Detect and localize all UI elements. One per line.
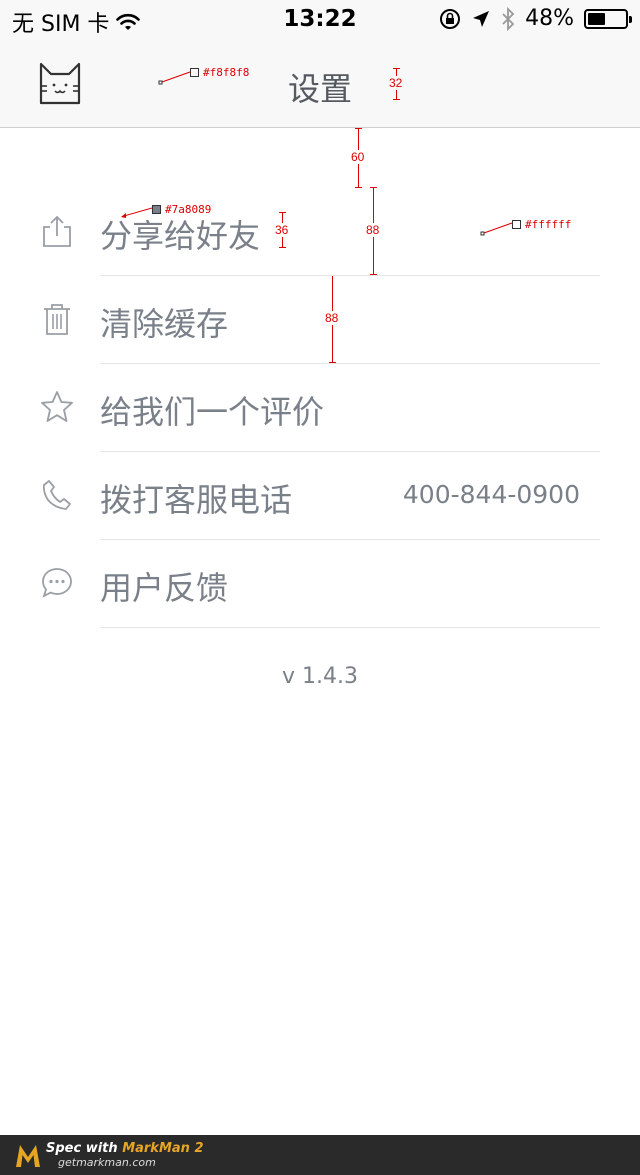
chat-bubble-icon bbox=[42, 568, 72, 598]
status-indicators: 48% bbox=[439, 6, 632, 31]
page-title: 设置 bbox=[287, 70, 352, 108]
list-item-call[interactable]: 拨打客服电话 400-844-0900 bbox=[42, 452, 600, 540]
list-item-label: 用户反馈 bbox=[100, 569, 229, 607]
navigation-bar: 设置 #f8f8f8 32 bbox=[0, 40, 640, 128]
markman-logo-icon bbox=[16, 1145, 40, 1167]
phone-icon bbox=[42, 480, 71, 510]
markman-brand: MarkMan 2 bbox=[122, 1141, 204, 1156]
list-item-rate[interactable]: 给我们一个评价 bbox=[41, 364, 600, 452]
list-item-label: 清除缓存 bbox=[100, 305, 229, 343]
status-bar: 无 SIM 卡 13:22 48% bbox=[0, 0, 640, 40]
share-icon bbox=[43, 215, 71, 247]
list-item-feedback[interactable]: 用户反馈 bbox=[42, 540, 600, 628]
orientation-lock-icon bbox=[440, 8, 461, 29]
spec-dim-title: 32 bbox=[389, 76, 403, 90]
location-arrow-icon bbox=[473, 10, 490, 27]
battery-percent: 48% bbox=[525, 6, 574, 31]
battery-fill bbox=[588, 12, 605, 25]
settings-list: 分享给好友 清除缓存 给我们一个评价 拨打客服电话 400-844-0900 用… bbox=[0, 188, 640, 628]
trash-icon bbox=[44, 304, 70, 335]
star-icon bbox=[41, 391, 73, 422]
spec-pointer-navbar bbox=[158, 71, 191, 85]
battery-icon bbox=[584, 8, 632, 29]
list-item-label: 分享给好友 bbox=[100, 217, 261, 255]
spec-tick bbox=[393, 99, 400, 100]
markman-url[interactable]: getmarkman.com bbox=[58, 1156, 156, 1169]
app-version: v 1.4.3 bbox=[282, 664, 358, 689]
markman-banner: Spec with MarkMan 2 getmarkman.com bbox=[0, 1135, 640, 1175]
list-item-clear-cache[interactable]: 清除缓存 bbox=[44, 276, 600, 364]
list-item-label: 给我们一个评价 bbox=[100, 393, 325, 431]
list-item-label: 拨打客服电话 bbox=[100, 481, 293, 519]
spec-color-navbar-label: #f8f8f8 bbox=[203, 66, 250, 79]
service-phone-number[interactable]: 400-844-0900 bbox=[403, 480, 580, 509]
bluetooth-icon bbox=[502, 6, 515, 31]
markman-prefix: Spec with bbox=[46, 1141, 123, 1156]
spec-dim-top-gap: 60 bbox=[351, 150, 365, 164]
list-item-share[interactable]: 分享给好友 bbox=[43, 188, 600, 276]
markman-title: Spec with MarkMan 2 bbox=[46, 1141, 204, 1156]
spec-color-navbar: #f8f8f8 bbox=[190, 66, 249, 79]
